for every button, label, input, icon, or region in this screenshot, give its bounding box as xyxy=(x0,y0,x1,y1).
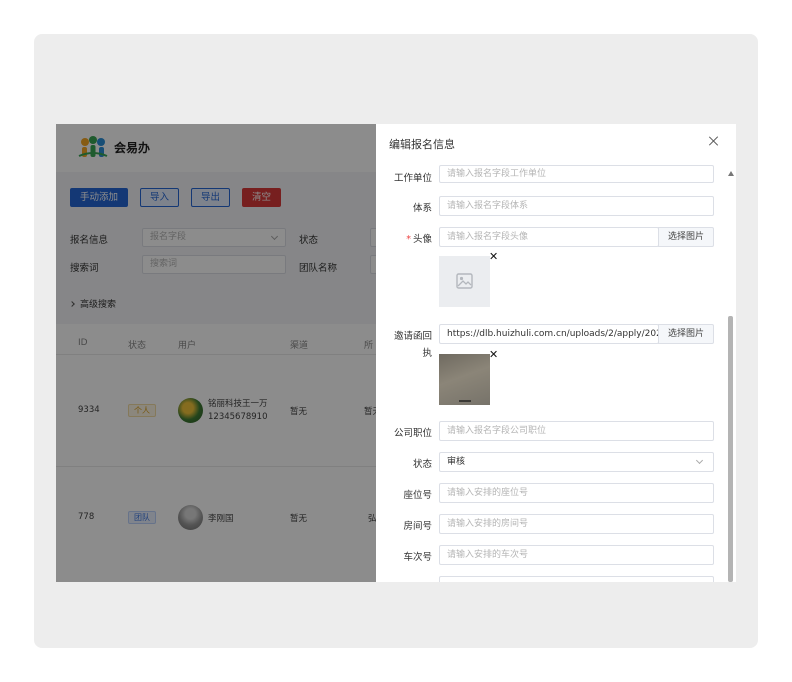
invitation-label: 邀请函回 xyxy=(393,331,432,342)
position-label: 公司职位 xyxy=(393,428,432,439)
scroll-up-icon[interactable] xyxy=(728,171,734,176)
invitation-url-value: https://dlb.huizhuli.com.cn/uploads/2/ap… xyxy=(447,329,659,339)
train-placeholder: 请输入安排的车次号 xyxy=(447,550,529,560)
avatar-label: * 头像 xyxy=(376,231,432,245)
avatar-input[interactable]: 请输入报名字段头像 xyxy=(439,227,659,247)
seat-placeholder: 请输入安排的座位号 xyxy=(447,488,529,498)
train-input[interactable]: 请输入安排的车次号 xyxy=(439,545,714,565)
status-value: 审核 xyxy=(447,457,466,467)
invitation-label-line2: 执 xyxy=(422,348,432,359)
system-label: 体系 xyxy=(412,203,432,214)
system-placeholder: 请输入报名字段体系 xyxy=(447,201,529,211)
modal-overlay[interactable] xyxy=(56,124,376,582)
required-mark: * xyxy=(406,234,411,245)
work-unit-label: 工作单位 xyxy=(393,173,432,184)
invitation-url-input[interactable]: https://dlb.huizhuli.com.cn/uploads/2/ap… xyxy=(439,324,659,344)
edit-signup-drawer: 编辑报名信息 工作单位 请输入报名字段工作单位 体系 请输入报名字段体系 * 头像… xyxy=(376,124,736,582)
status-label: 状态 xyxy=(412,459,432,470)
position-placeholder: 请输入报名字段公司职位 xyxy=(447,426,547,436)
receipt-image xyxy=(459,400,471,402)
room-placeholder: 请输入安排的房间号 xyxy=(447,519,529,529)
room-input[interactable]: 请输入安排的房间号 xyxy=(439,514,714,534)
seat-input[interactable]: 请输入安排的座位号 xyxy=(439,483,714,503)
background-app: 会易办 手动添加 导入 导出 清空 报名信息 报名字段 状态 搜索词 搜索词 团… xyxy=(56,124,390,582)
drawer-title: 编辑报名信息 xyxy=(389,138,455,151)
seat-label: 座位号 xyxy=(403,490,432,501)
train-label: 车次号 xyxy=(403,552,432,563)
avatar-label-text: 头像 xyxy=(412,234,432,245)
avatar-thumbnail[interactable] xyxy=(439,256,490,307)
avatar-choose-image-button[interactable]: 选择图片 xyxy=(658,227,714,247)
image-placeholder-icon xyxy=(456,273,473,289)
remove-icon[interactable]: ✕ xyxy=(489,251,498,262)
avatar-placeholder: 请输入报名字段头像 xyxy=(447,232,529,242)
work-unit-placeholder: 请输入报名字段工作单位 xyxy=(447,169,547,179)
invitation-thumbnail[interactable] xyxy=(439,354,490,405)
work-unit-input[interactable]: 请输入报名字段工作单位 xyxy=(439,165,714,183)
scrollbar[interactable] xyxy=(728,316,733,582)
system-input[interactable]: 请输入报名字段体系 xyxy=(439,196,714,216)
room-label: 房间号 xyxy=(403,521,432,532)
next-field-input[interactable] xyxy=(439,576,714,582)
invitation-choose-image-button[interactable]: 选择图片 xyxy=(658,324,714,344)
remove-icon[interactable]: ✕ xyxy=(489,349,498,360)
position-input[interactable]: 请输入报名字段公司职位 xyxy=(439,421,714,441)
app-viewport: 会易办 手动添加 导入 导出 清空 报名信息 报名字段 状态 搜索词 搜索词 团… xyxy=(56,124,736,582)
signup-form: 工作单位 请输入报名字段工作单位 体系 请输入报名字段体系 * 头像 请输入报名字… xyxy=(376,162,736,582)
close-icon[interactable] xyxy=(709,136,719,146)
status-select[interactable]: 审核 xyxy=(439,452,714,472)
